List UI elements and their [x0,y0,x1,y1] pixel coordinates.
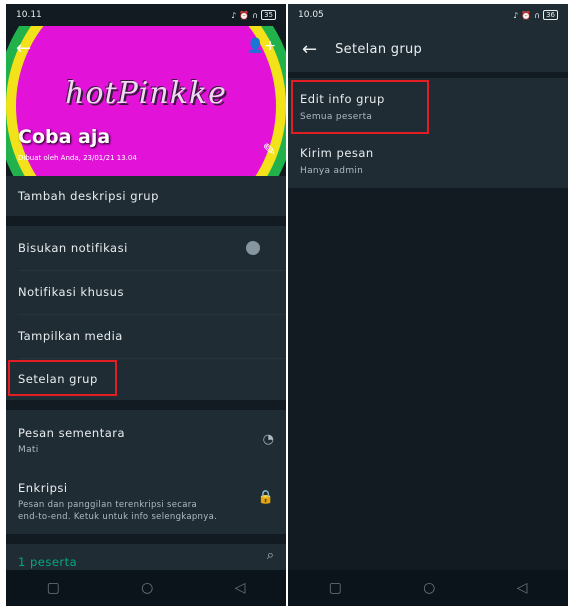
back-arrow-icon[interactable]: ← [302,39,317,60]
lock-icon: 🔒 [257,490,274,505]
privacy-card: Pesan sementara Mati ◔ Enkripsi Pesan da… [6,410,286,534]
disappearing-messages-label: Pesan sementara [18,425,126,440]
settings-card: Edit info grup Semua peserta Kirim pesan… [288,78,568,188]
add-description-label: Tambah deskripsi grup [18,189,159,203]
add-description-row[interactable]: Tambah deskripsi grup [6,176,286,216]
encryption-label: Enkripsi [18,480,68,495]
back-nav-icon[interactable]: ◁ [517,580,528,596]
status-bar: 10.05 ♪ ⏰ ∩ 36 [288,4,568,26]
notifications-card: Bisukan notifikasi Notifikasi khusus Tam… [6,226,286,400]
home-nav-icon[interactable]: ○ [141,580,153,596]
send-messages-label: Kirim pesan [300,146,374,160]
status-icons: ♪ ⏰ ∩ 35 [231,10,276,20]
alarm-status-icon: ⏰ [521,10,532,20]
custom-notifications-label: Notifikasi khusus [18,285,124,299]
headset-status-icon: ∩ [534,10,541,20]
media-label: Tampilkan media [18,329,123,343]
edit-info-highlight-box [291,80,429,134]
status-bar: 10.11 ♪ ⏰ ∩ 35 [6,4,286,26]
mute-status-icon: ♪ [231,10,237,20]
group-name: Coba aja [18,126,111,148]
encryption-desc-line1: Pesan dan panggilan terenkripsi secara [18,499,198,510]
group-created-info: Dibuat oleh Anda, 23/01/21 13.04 [18,154,137,162]
mute-toggle[interactable] [246,241,260,255]
disappearing-messages-row[interactable]: Pesan sementara Mati [6,418,286,462]
alarm-status-icon: ⏰ [239,10,250,20]
back-arrow-icon[interactable]: ← [16,38,31,59]
participants-label: 1 peserta [18,555,78,569]
group-settings-screen: 10.05 ♪ ⏰ ∩ 36 ← Setelan grup Edit info … [288,4,568,606]
description-card: Tambah deskripsi grup [6,176,286,216]
group-settings-highlight-box [8,360,117,396]
timer-icon: ◔ [262,432,274,447]
send-messages-row[interactable]: Kirim pesan Hanya admin [288,136,568,186]
mute-notifications-row[interactable]: Bisukan notifikasi [6,226,286,270]
status-icons: ♪ ⏰ ∩ 36 [513,10,558,20]
back-nav-icon[interactable]: ◁ [235,580,246,596]
group-info-screen: 10.11 ♪ ⏰ ∩ 35 hotPinkke ← 👤+ Coba aja D… [6,4,286,606]
send-messages-value: Hanya admin [300,166,364,176]
recents-nav-icon[interactable]: ▢ [47,580,60,596]
page-title: Setelan grup [335,41,423,57]
encryption-row[interactable]: Enkripsi Pesan dan panggilan terenkripsi… [6,472,286,530]
media-row[interactable]: Tampilkan media [6,314,286,358]
person-add-icon[interactable]: 👤+ [247,38,276,54]
search-icon[interactable]: ⌕ [267,548,274,563]
pencil-icon[interactable]: ✎ [263,140,276,159]
system-nav-bar: ▢ ○ ◁ [288,570,568,606]
headset-status-icon: ∩ [252,10,259,20]
recents-nav-icon[interactable]: ▢ [329,580,342,596]
battery-icon: 36 [543,10,558,20]
mute-notifications-label: Bisukan notifikasi [18,241,128,255]
status-time: 10.05 [298,10,324,20]
app-bar: ← Setelan grup [288,26,568,72]
photo-logo-text: hotPinkke [65,76,227,111]
group-photo-header[interactable]: hotPinkke ← 👤+ Coba aja Dibuat oleh Anda… [6,26,286,176]
home-nav-icon[interactable]: ○ [423,580,435,596]
mute-status-icon: ♪ [513,10,519,20]
encryption-desc-line2: end-to-end. Ketuk untuk info selengkapny… [18,511,218,522]
custom-notifications-row[interactable]: Notifikasi khusus [6,270,286,314]
battery-icon: 35 [261,10,276,20]
system-nav-bar: ▢ ○ ◁ [6,570,286,606]
disappearing-messages-value: Mati [18,444,39,455]
status-time: 10.11 [16,10,42,20]
